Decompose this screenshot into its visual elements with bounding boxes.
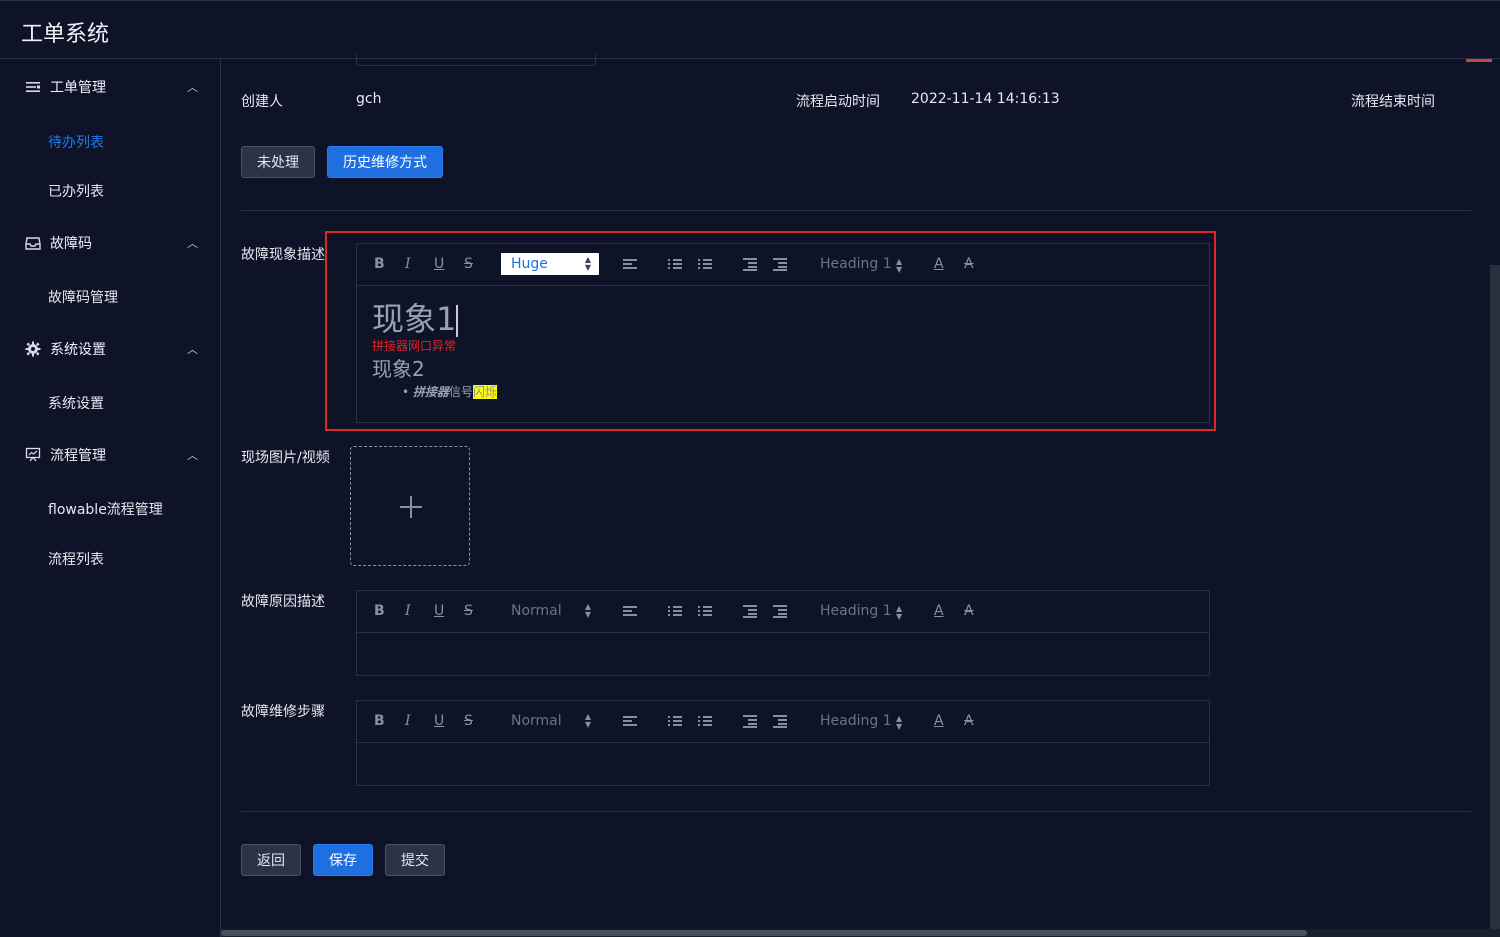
font-size-select[interactable]: Normal ▲ ▼ (501, 710, 599, 732)
editor-toolbar: B I U S Normal ▲ ▼ Heading 1 ▲ ▼ A A (357, 701, 1209, 743)
outdent-icon[interactable] (743, 715, 757, 728)
sidebar-group-label: 工单管理 (50, 80, 106, 96)
gear-icon (24, 340, 42, 358)
sidebar-item-process-list[interactable]: 流程列表 (48, 549, 104, 569)
heading-select[interactable]: Heading 1 (820, 713, 892, 729)
bullet-list-icon[interactable] (698, 605, 712, 617)
main-content: 创建人 gch 流程启动时间 2022-11-14 14:16:13 流程结束时… (221, 54, 1500, 929)
sidebar-group-label: 流程管理 (50, 448, 106, 464)
history-repair-button[interactable]: 历史维修方式 (327, 146, 443, 178)
plus-icon-vertical (410, 496, 412, 518)
horizontal-scroll-thumb[interactable] (221, 930, 1307, 936)
align-left-icon[interactable] (623, 605, 637, 617)
ordered-list-icon[interactable] (668, 605, 682, 617)
sidebar-group-faultcode[interactable]: 故障码 ︿ (0, 223, 221, 263)
app-title: 工单系统 (21, 22, 110, 47)
creator-value: gch (356, 91, 382, 107)
sidebar-group-settings[interactable]: 系统设置 ︿ (0, 329, 221, 369)
phenomenon-label: 故障现象描述 (241, 247, 325, 263)
sidebar-item-faultcode-manage[interactable]: 故障码管理 (48, 287, 118, 307)
align-left-icon[interactable] (623, 715, 637, 727)
submit-button[interactable]: 提交 (385, 844, 445, 876)
back-button[interactable]: 返回 (241, 844, 301, 876)
start-time-label: 流程启动时间 (796, 94, 880, 110)
cause-editor: B I U S Normal ▲ ▼ Heading 1 ▲ ▼ A A (356, 590, 1210, 676)
partial-input[interactable] (356, 54, 596, 66)
heading-select[interactable]: Heading 1 (820, 603, 892, 619)
sidebar-item-todo[interactable]: 待办列表 (48, 132, 104, 152)
select-caret-icon: ▲ ▼ (896, 714, 903, 731)
strike-button[interactable]: S (464, 713, 473, 729)
inbox-icon (24, 234, 42, 252)
start-time-value: 2022-11-14 14:16:13 (911, 91, 1060, 107)
sidebar-group-label: 故障码 (50, 236, 92, 252)
steps-label: 故障维修步骤 (241, 704, 325, 720)
sidebar-group-label: 系统设置 (50, 342, 106, 358)
presentation-icon (24, 446, 42, 464)
outdent-icon[interactable] (743, 605, 757, 618)
list-icon (24, 78, 42, 96)
italic-button[interactable]: I (405, 713, 411, 729)
sidebar: 工单管理 ︿ 待办列表 已办列表 故障码 ︿ 故障码管理 系统设置 ︿ 系统设置… (0, 59, 221, 937)
chevron-up-icon: ︿ (187, 237, 198, 250)
cause-label: 故障原因描述 (241, 594, 325, 610)
end-time-label: 流程结束时间 (1351, 94, 1435, 110)
underline-button[interactable]: U (434, 713, 444, 729)
sidebar-item-flowable[interactable]: flowable流程管理 (48, 499, 163, 519)
highlight-box (325, 231, 1216, 431)
background-color-icon[interactable]: A (964, 713, 974, 729)
indent-icon[interactable] (773, 605, 787, 618)
sidebar-item-settings[interactable]: 系统设置 (48, 393, 104, 413)
sidebar-group-process[interactable]: 流程管理 ︿ (0, 435, 221, 475)
horizontal-scrollbar[interactable] (221, 929, 1500, 937)
background-color-icon[interactable]: A (964, 603, 974, 619)
italic-button[interactable]: I (405, 603, 411, 619)
text-color-icon[interactable]: A (934, 603, 944, 619)
strike-button[interactable]: S (464, 603, 473, 619)
font-size-value: Normal (511, 603, 562, 619)
bold-button[interactable]: B (374, 713, 385, 729)
select-caret-icon: ▲ ▼ (896, 604, 903, 621)
indent-icon[interactable] (773, 715, 787, 728)
chevron-up-icon: ︿ (187, 343, 198, 356)
text-color-icon[interactable]: A (934, 713, 944, 729)
unprocessed-button[interactable]: 未处理 (241, 146, 315, 178)
ordered-list-icon[interactable] (668, 715, 682, 727)
editor-toolbar: B I U S Normal ▲ ▼ Heading 1 ▲ ▼ A A (357, 591, 1209, 633)
sidebar-item-done[interactable]: 已办列表 (48, 181, 104, 201)
editor-content[interactable] (357, 633, 1209, 675)
top-header: 工单系统 (0, 0, 1500, 59)
divider (241, 210, 1471, 211)
vertical-scrollbar[interactable] (1490, 265, 1500, 937)
creator-label: 创建人 (241, 94, 283, 110)
select-caret-icon: ▲ ▼ (584, 602, 591, 619)
save-button[interactable]: 保存 (313, 844, 373, 876)
upload-button[interactable] (350, 446, 470, 566)
editor-content[interactable] (357, 743, 1209, 785)
bullet-list-icon[interactable] (698, 715, 712, 727)
chevron-up-icon: ︿ (187, 449, 198, 462)
bold-button[interactable]: B (374, 603, 385, 619)
media-label: 现场图片/视频 (241, 450, 330, 466)
font-size-value: Normal (511, 713, 562, 729)
divider (241, 811, 1471, 812)
sidebar-group-workorder[interactable]: 工单管理 ︿ (0, 67, 221, 107)
font-size-select[interactable]: Normal ▲ ▼ (501, 600, 599, 622)
select-caret-icon: ▲ ▼ (584, 712, 591, 729)
steps-editor: B I U S Normal ▲ ▼ Heading 1 ▲ ▼ A A (356, 700, 1210, 786)
app-root: 工单系统 工单管理 ︿ 待办列表 已办列表 故障码 ︿ 故障码管理 系统设置 ︿ (0, 0, 1500, 937)
chevron-up-icon: ︿ (187, 81, 198, 94)
underline-button[interactable]: U (434, 603, 444, 619)
